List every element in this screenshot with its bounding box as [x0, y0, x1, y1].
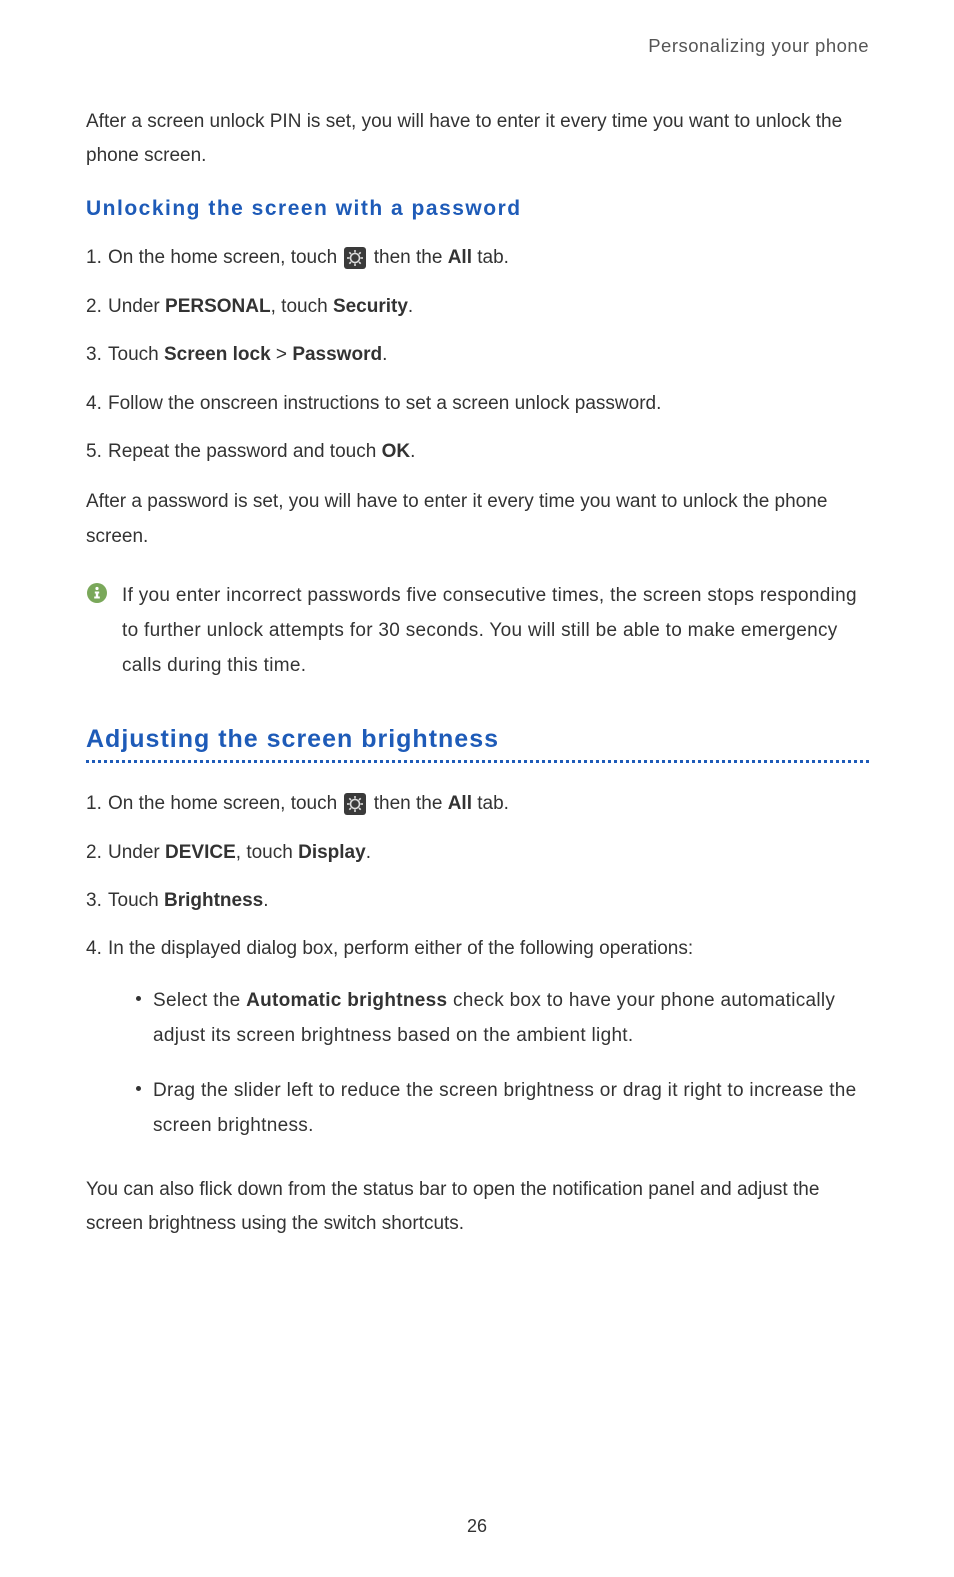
t: Under	[108, 842, 165, 863]
step-content: Under PERSONAL, touch Security.	[108, 292, 869, 322]
step1-pre: On the home screen, touch	[108, 247, 342, 268]
t: Automatic brightness	[246, 990, 447, 1011]
t: .	[408, 296, 413, 317]
t: Screen lock	[164, 344, 271, 365]
t: .	[382, 344, 387, 365]
t: , touch	[271, 296, 333, 317]
step-row-2: 2. Under PERSONAL, touch Security.	[86, 292, 869, 322]
sub-bullets: Select the Automatic brightness check bo…	[136, 983, 869, 1144]
step-content: Follow the onscreen instructions to set …	[108, 389, 869, 419]
step-row-4: 4. Follow the onscreen instructions to s…	[86, 389, 869, 419]
step-content: On the home screen, touch	[108, 243, 869, 273]
info-text: If you enter incorrect passwords five co…	[122, 578, 869, 683]
step-number: 3.	[86, 340, 108, 370]
t: PERSONAL	[165, 296, 271, 317]
page-header: Personalizing your phone	[86, 35, 869, 57]
step-number: 2.	[86, 838, 108, 868]
step-content: In the displayed dialog box, perform eit…	[108, 934, 869, 1163]
t: OK	[382, 441, 411, 462]
t: Repeat the password and touch	[108, 441, 382, 462]
t: Touch	[108, 344, 164, 365]
bullet-content: Drag the slider left to reduce the scree…	[153, 1073, 869, 1143]
t: DEVICE	[165, 842, 236, 863]
step-number: 3.	[86, 886, 108, 916]
step-row-1b: 1. On the home screen, touch	[86, 789, 869, 819]
step-number: 2.	[86, 292, 108, 322]
t: >	[271, 344, 293, 365]
document-page: Personalizing your phone After a screen …	[0, 0, 954, 1242]
step-number: 1.	[86, 789, 108, 819]
step-content: On the home screen, touch	[108, 789, 869, 819]
step-number: 4.	[86, 389, 108, 419]
t: .	[263, 890, 268, 911]
step-content: Touch Brightness.	[108, 886, 869, 916]
dotted-divider	[86, 760, 869, 763]
t: Display	[298, 842, 366, 863]
step-number: 5.	[86, 437, 108, 467]
t: Brightness	[164, 890, 263, 911]
settings-icon	[344, 247, 366, 269]
t: Password	[292, 344, 382, 365]
step-row-2b: 2. Under DEVICE, touch Display.	[86, 838, 869, 868]
step1-posta: then the	[374, 247, 448, 268]
t: Under	[108, 296, 165, 317]
step-number: 1.	[86, 243, 108, 273]
section-heading-brightness: Adjusting the screen brightness	[86, 725, 869, 754]
after-brightness-paragraph: You can also flick down from the status …	[86, 1173, 869, 1241]
step-row-3b: 3. Touch Brightness.	[86, 886, 869, 916]
t: All	[448, 793, 472, 814]
t: tab.	[472, 793, 509, 814]
step-row-5: 5. Repeat the password and touch OK.	[86, 437, 869, 467]
intro-paragraph-pin: After a screen unlock PIN is set, you wi…	[86, 105, 869, 173]
t: On the home screen, touch	[108, 793, 342, 814]
bullet-item-1: Select the Automatic brightness check bo…	[136, 983, 869, 1053]
t: then the	[374, 793, 448, 814]
after-password-paragraph: After a password is set, you will have t…	[86, 485, 869, 553]
page-number: 26	[0, 1516, 954, 1537]
step-content: Under DEVICE, touch Display.	[108, 838, 869, 868]
step-row-1: 1. On the home screen, touch	[86, 243, 869, 273]
t: Select the	[153, 990, 246, 1011]
settings-icon	[344, 793, 366, 815]
bullet-content: Select the Automatic brightness check bo…	[153, 983, 869, 1053]
step1-bold: All	[448, 247, 472, 268]
step-content: Touch Screen lock > Password.	[108, 340, 869, 370]
step1-postb: tab.	[472, 247, 509, 268]
step-number: 4.	[86, 934, 108, 964]
bullet-item-2: Drag the slider left to reduce the scree…	[136, 1073, 869, 1143]
t: , touch	[236, 842, 298, 863]
t: .	[366, 842, 371, 863]
t: Touch	[108, 890, 164, 911]
t: In the displayed dialog box, perform eit…	[108, 938, 693, 959]
subsection-heading-unlock-password: Unlocking the screen with a password	[86, 197, 869, 221]
info-icon	[86, 582, 108, 609]
bullet-dot-icon	[136, 1086, 141, 1091]
step-row-3: 3. Touch Screen lock > Password.	[86, 340, 869, 370]
bullet-dot-icon	[136, 996, 141, 1001]
t: .	[410, 441, 415, 462]
t: Security	[333, 296, 408, 317]
info-block: If you enter incorrect passwords five co…	[86, 578, 869, 683]
step-row-4b: 4. In the displayed dialog box, perform …	[86, 934, 869, 1163]
step-content: Repeat the password and touch OK.	[108, 437, 869, 467]
